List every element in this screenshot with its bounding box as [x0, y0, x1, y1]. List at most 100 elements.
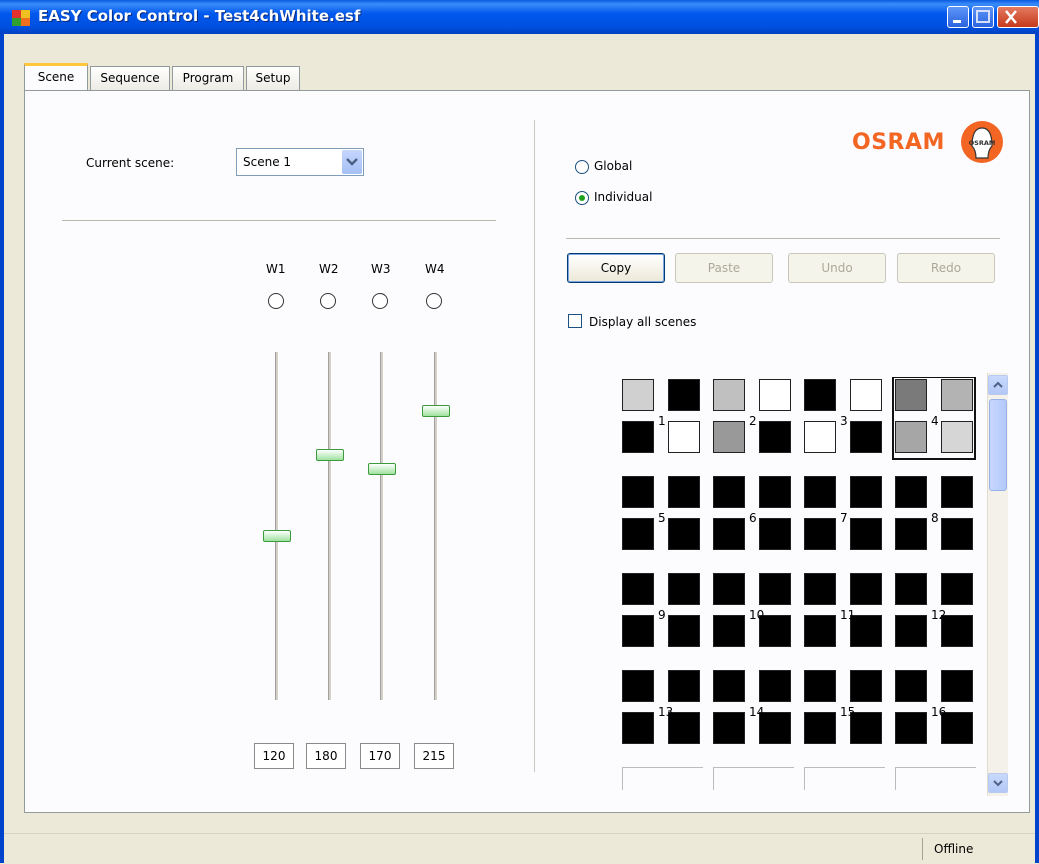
scene-1-channel-cell[interactable]: [668, 421, 700, 453]
minimize-button[interactable]: [947, 6, 969, 28]
scene-2-channel-cell[interactable]: [759, 379, 791, 411]
scene-8-channel-cell[interactable]: [895, 476, 927, 508]
scene-6-channel-cell[interactable]: [759, 476, 791, 508]
scene-15-channel-cell[interactable]: [804, 712, 836, 744]
tab-program[interactable]: Program: [172, 66, 244, 90]
radio-global[interactable]: [575, 160, 589, 174]
scene-9-channel-cell[interactable]: [622, 573, 654, 605]
value-field-w4[interactable]: 215: [414, 743, 454, 769]
scene-3-channel-cell[interactable]: [804, 421, 836, 453]
scene-4-channel-cell[interactable]: [895, 379, 927, 411]
scene-6-channel-cell[interactable]: [713, 476, 745, 508]
scroll-thumb[interactable]: [989, 399, 1007, 491]
scene-7-channel-cell[interactable]: [850, 518, 882, 550]
scene-10-channel-cell[interactable]: [759, 573, 791, 605]
scene-block-14[interactable]: 14: [713, 670, 791, 748]
slider-track-w1[interactable]: [275, 352, 279, 700]
scene-select[interactable]: Scene 1: [236, 148, 364, 176]
scene-block-10[interactable]: 10: [713, 573, 791, 651]
value-field-w2[interactable]: 180: [306, 743, 346, 769]
scene-block-6[interactable]: 6: [713, 476, 791, 554]
scene-12-channel-cell[interactable]: [895, 573, 927, 605]
slider-track-w3[interactable]: [380, 352, 384, 700]
scene-block-15[interactable]: 15: [804, 670, 882, 748]
close-button[interactable]: [997, 6, 1039, 28]
scene-14-channel-cell[interactable]: [713, 712, 745, 744]
scene-block-5[interactable]: 5: [622, 476, 700, 554]
scene-6-channel-cell[interactable]: [759, 518, 791, 550]
scene-8-channel-cell[interactable]: [941, 518, 973, 550]
scene-block-1[interactable]: 1: [622, 379, 700, 457]
scene-11-channel-cell[interactable]: [804, 615, 836, 647]
slider-thumb-w3[interactable]: [368, 462, 396, 475]
scene-1-channel-cell[interactable]: [622, 421, 654, 453]
scene-block-7[interactable]: 7: [804, 476, 882, 554]
radio-individual[interactable]: [575, 191, 589, 205]
scene-2-channel-cell[interactable]: [713, 421, 745, 453]
scene-block-13[interactable]: 13: [622, 670, 700, 748]
scene-9-channel-cell[interactable]: [622, 615, 654, 647]
scene-block-4[interactable]: 4: [892, 377, 976, 460]
scene-13-channel-cell[interactable]: [622, 670, 654, 702]
scene-14-channel-cell[interactable]: [713, 670, 745, 702]
value-field-w3[interactable]: 170: [360, 743, 400, 769]
scene-4-channel-cell[interactable]: [941, 421, 973, 453]
paste-button[interactable]: Paste: [675, 253, 773, 283]
scene-14-channel-cell[interactable]: [759, 670, 791, 702]
scene-5-channel-cell[interactable]: [622, 518, 654, 550]
scene-2-channel-cell[interactable]: [713, 379, 745, 411]
scroll-down-button[interactable]: [988, 773, 1008, 793]
scene-11-channel-cell[interactable]: [850, 573, 882, 605]
channel-indicator-w3[interactable]: [372, 293, 388, 309]
slider-thumb-w4[interactable]: [422, 405, 450, 418]
maximize-button[interactable]: [972, 6, 994, 28]
scene-4-channel-cell[interactable]: [941, 379, 973, 411]
copy-button[interactable]: Copy: [567, 253, 665, 283]
scene-5-channel-cell[interactable]: [668, 518, 700, 550]
scene-15-channel-cell[interactable]: [804, 670, 836, 702]
scene-16-channel-cell[interactable]: [941, 670, 973, 702]
display-all-scenes-checkbox[interactable]: [568, 314, 582, 328]
channel-indicator-w4[interactable]: [426, 293, 442, 309]
scene-block-16[interactable]: 16: [895, 670, 973, 748]
tab-setup[interactable]: Setup: [246, 66, 300, 90]
scene-15-channel-cell[interactable]: [850, 670, 882, 702]
scene-10-channel-cell[interactable]: [713, 573, 745, 605]
undo-button[interactable]: Undo: [788, 253, 886, 283]
redo-button[interactable]: Redo: [897, 253, 995, 283]
scene-block-9[interactable]: 9: [622, 573, 700, 651]
scene-block-8[interactable]: 8: [895, 476, 973, 554]
scene-8-channel-cell[interactable]: [941, 476, 973, 508]
scene-13-channel-cell[interactable]: [622, 712, 654, 744]
scene-grid-scrollbar[interactable]: [987, 373, 1008, 796]
scene-9-channel-cell[interactable]: [668, 615, 700, 647]
scene-block-11[interactable]: 11: [804, 573, 882, 651]
scene-13-channel-cell[interactable]: [668, 670, 700, 702]
scene-3-channel-cell[interactable]: [804, 379, 836, 411]
scroll-up-button[interactable]: [988, 375, 1008, 395]
scene-16-channel-cell[interactable]: [895, 670, 927, 702]
scene-10-channel-cell[interactable]: [713, 615, 745, 647]
scene-block-12[interactable]: 12: [895, 573, 973, 651]
scene-3-channel-cell[interactable]: [850, 421, 882, 453]
scene-7-channel-cell[interactable]: [804, 518, 836, 550]
scene-3-channel-cell[interactable]: [850, 379, 882, 411]
slider-thumb-w1[interactable]: [263, 530, 291, 543]
scene-8-channel-cell[interactable]: [895, 518, 927, 550]
value-field-w1[interactable]: 120: [254, 743, 294, 769]
scene-11-channel-cell[interactable]: [804, 573, 836, 605]
channel-indicator-w2[interactable]: [320, 293, 336, 309]
scene-16-channel-cell[interactable]: [895, 712, 927, 744]
scene-1-channel-cell[interactable]: [668, 379, 700, 411]
scene-1-channel-cell[interactable]: [622, 379, 654, 411]
scene-6-channel-cell[interactable]: [713, 518, 745, 550]
tab-sequence[interactable]: Sequence: [90, 66, 170, 90]
scene-5-channel-cell[interactable]: [622, 476, 654, 508]
scene-2-channel-cell[interactable]: [759, 421, 791, 453]
scene-block-3[interactable]: 3: [804, 379, 882, 457]
slider-thumb-w2[interactable]: [316, 449, 344, 462]
scene-4-channel-cell[interactable]: [895, 421, 927, 453]
tab-scene[interactable]: Scene: [24, 63, 88, 91]
channel-indicator-w1[interactable]: [268, 293, 284, 309]
scene-9-channel-cell[interactable]: [668, 573, 700, 605]
